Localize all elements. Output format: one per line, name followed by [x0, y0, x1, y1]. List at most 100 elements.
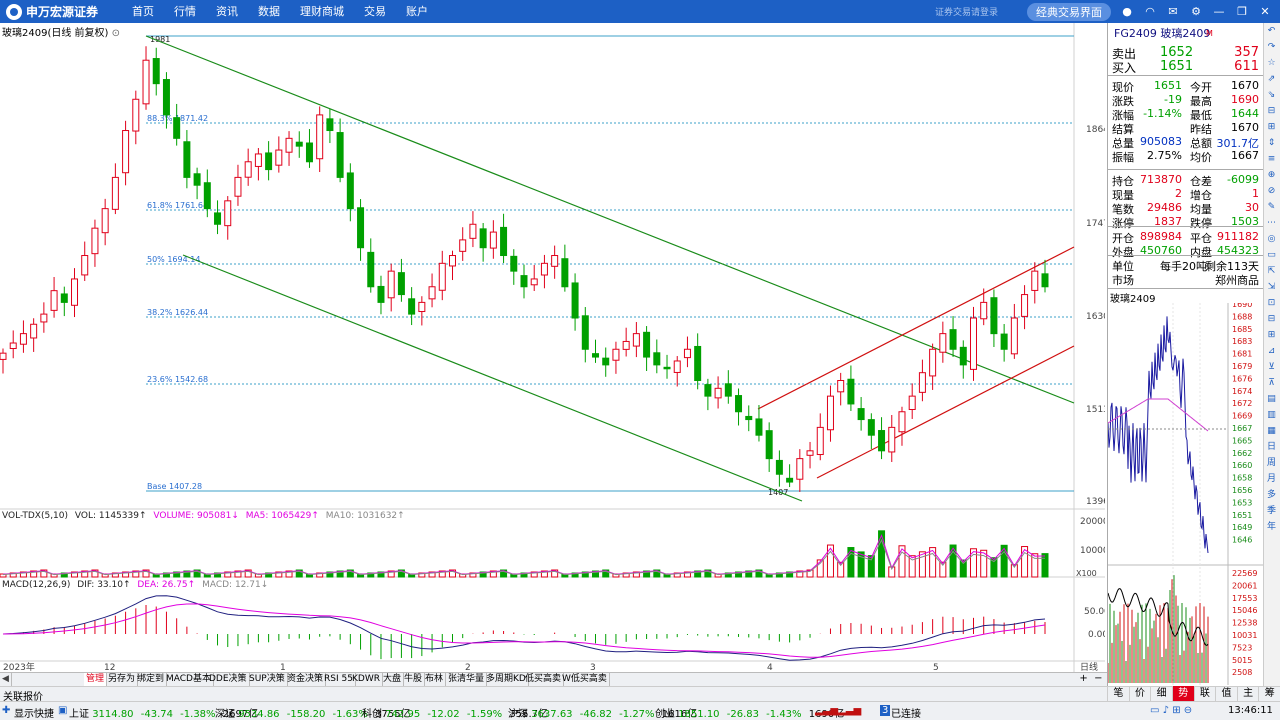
- candle-body[interactable]: [71, 278, 79, 306]
- candle-body[interactable]: [796, 458, 804, 480]
- sidebar-tool-icon[interactable]: ⋯: [1264, 215, 1279, 231]
- minimize-icon[interactable]: —: [1212, 5, 1226, 19]
- candle-body[interactable]: [530, 278, 538, 286]
- sidebar-tool-icon[interactable]: 月: [1264, 471, 1279, 487]
- candle-body[interactable]: [459, 239, 467, 252]
- candle-body[interactable]: [91, 227, 99, 255]
- candle-body[interactable]: [30, 323, 38, 339]
- sidebar-tool-icon[interactable]: ⊕: [1264, 167, 1279, 183]
- candle-body[interactable]: [9, 342, 17, 350]
- restore-icon[interactable]: ❐: [1235, 5, 1249, 19]
- indicator-tab[interactable]: 管理: [84, 673, 108, 686]
- sidebar-tool-icon[interactable]: 多: [1264, 487, 1279, 503]
- sidebar-tool-icon[interactable]: ⇕: [1264, 135, 1279, 151]
- sidebar-tool-icon[interactable]: ⊼: [1264, 375, 1279, 391]
- candle-body[interactable]: [1010, 317, 1018, 355]
- candle-body[interactable]: [581, 315, 589, 350]
- candle-body[interactable]: [837, 380, 845, 393]
- candle-body[interactable]: [551, 255, 559, 267]
- candle-body[interactable]: [694, 345, 702, 382]
- candle-body[interactable]: [122, 130, 130, 174]
- sell-price[interactable]: 1652: [1160, 45, 1193, 60]
- candle-body[interactable]: [357, 207, 365, 249]
- candle-body[interactable]: [683, 348, 691, 359]
- chart-settings-icon[interactable]: ⊙: [112, 28, 120, 39]
- zoom-in-button[interactable]: +: [1079, 673, 1087, 684]
- candle-body[interactable]: [111, 176, 119, 210]
- classic-trade-button[interactable]: 经典交易界面: [1027, 2, 1111, 21]
- candle-body[interactable]: [510, 255, 518, 272]
- sidebar-tool-icon[interactable]: ☆: [1264, 55, 1279, 71]
- candle-body[interactable]: [867, 419, 875, 436]
- candle-body[interactable]: [418, 301, 426, 313]
- right-panel-tab[interactable]: 价: [1128, 686, 1151, 701]
- candle-body[interactable]: [612, 348, 620, 361]
- channel-line-lower[interactable]: [816, 345, 1075, 479]
- candle-body[interactable]: [489, 231, 497, 249]
- sidebar-tool-icon[interactable]: 周: [1264, 455, 1279, 471]
- indicator-tab[interactable]: DDE决策: [207, 673, 250, 686]
- right-panel-tab[interactable]: 筹: [1258, 686, 1280, 701]
- right-panel-tab[interactable]: 势: [1171, 686, 1194, 701]
- nav-news[interactable]: 资讯: [206, 0, 248, 23]
- candle-body[interactable]: [377, 285, 385, 303]
- sidebar-tool-icon[interactable]: ≡: [1264, 151, 1279, 167]
- trend-line-lower[interactable]: [182, 254, 803, 502]
- sidebar-tool-icon[interactable]: ⊘: [1264, 183, 1279, 199]
- right-panel-tab[interactable]: 联: [1193, 686, 1216, 701]
- candle-body[interactable]: [571, 282, 579, 319]
- sidebar-tool-icon[interactable]: ⇲: [1264, 279, 1279, 295]
- candle-body[interactable]: [193, 173, 201, 186]
- macd-indicator-header[interactable]: MACD(12,26,9) DIF: 33.10↑ DEA: 26.75↑ MA…: [2, 580, 268, 590]
- nav-account[interactable]: 账户: [396, 0, 438, 23]
- candle-body[interactable]: [888, 426, 896, 453]
- sidebar-tool-icon[interactable]: ⇗: [1264, 71, 1279, 87]
- indicator-tab[interactable]: 大盘: [381, 673, 405, 686]
- candle-body[interactable]: [500, 226, 508, 257]
- mail-icon[interactable]: ✉: [1166, 5, 1180, 19]
- candle-body[interactable]: [152, 58, 160, 85]
- candle-body[interactable]: [704, 384, 712, 397]
- nav-quotes[interactable]: 行情: [164, 0, 206, 23]
- candle-body[interactable]: [816, 426, 824, 456]
- intraday-mini-chart[interactable]: 1690 1688 1685 1683 1681 1679 1676 1674 1672 1669…: [1108, 303, 1263, 685]
- close-icon[interactable]: ✕: [1258, 5, 1272, 19]
- zoom-out-button[interactable]: −: [1094, 673, 1102, 684]
- sidebar-tool-icon[interactable]: 年: [1264, 519, 1279, 535]
- candle-body[interactable]: [724, 383, 732, 397]
- candle-body[interactable]: [254, 153, 262, 167]
- candle-body[interactable]: [224, 200, 232, 227]
- candle-body[interactable]: [214, 212, 222, 225]
- candle-body[interactable]: [469, 223, 477, 239]
- trend-line-upper[interactable]: [145, 35, 1075, 404]
- candle-body[interactable]: [50, 290, 58, 311]
- candle-body[interactable]: [448, 255, 456, 267]
- right-panel-tab[interactable]: 值: [1215, 686, 1237, 701]
- candle-body[interactable]: [673, 360, 681, 373]
- indicator-tab[interactable]: 绑定到: [135, 673, 168, 686]
- sidebar-tool-icon[interactable]: ⇱: [1264, 263, 1279, 279]
- indicator-tab[interactable]: 张清华量: [446, 673, 488, 686]
- candle-body[interactable]: [643, 331, 651, 358]
- candle-body[interactable]: [663, 366, 671, 370]
- candle-body[interactable]: [980, 301, 988, 320]
- candle-body[interactable]: [826, 395, 834, 431]
- candle-body[interactable]: [857, 408, 865, 421]
- candle-body[interactable]: [438, 262, 446, 291]
- candle-body[interactable]: [173, 117, 181, 139]
- chart-title[interactable]: 玻璃2409(日线 前复权) ⊙: [2, 24, 120, 39]
- candle-body[interactable]: [806, 450, 814, 456]
- buy-price[interactable]: 1651: [1160, 59, 1193, 74]
- connection-status[interactable]: 已连接: [891, 705, 921, 720]
- sidebar-tool-icon[interactable]: ▭: [1264, 247, 1279, 263]
- sidebar-tool-icon[interactable]: ↷: [1264, 39, 1279, 55]
- candle-body[interactable]: [755, 418, 763, 436]
- indicator-tab[interactable]: 另存为: [106, 673, 139, 686]
- candle-body[interactable]: [40, 313, 48, 323]
- status-tool-icons[interactable]: ▭ ♪ ⊞ ⊖: [1150, 705, 1192, 716]
- indicator-tab[interactable]: 布林: [423, 673, 447, 686]
- candle-body[interactable]: [602, 357, 610, 366]
- candle-body[interactable]: [397, 272, 405, 296]
- candle-body[interactable]: [592, 353, 600, 358]
- candle-body[interactable]: [939, 333, 947, 353]
